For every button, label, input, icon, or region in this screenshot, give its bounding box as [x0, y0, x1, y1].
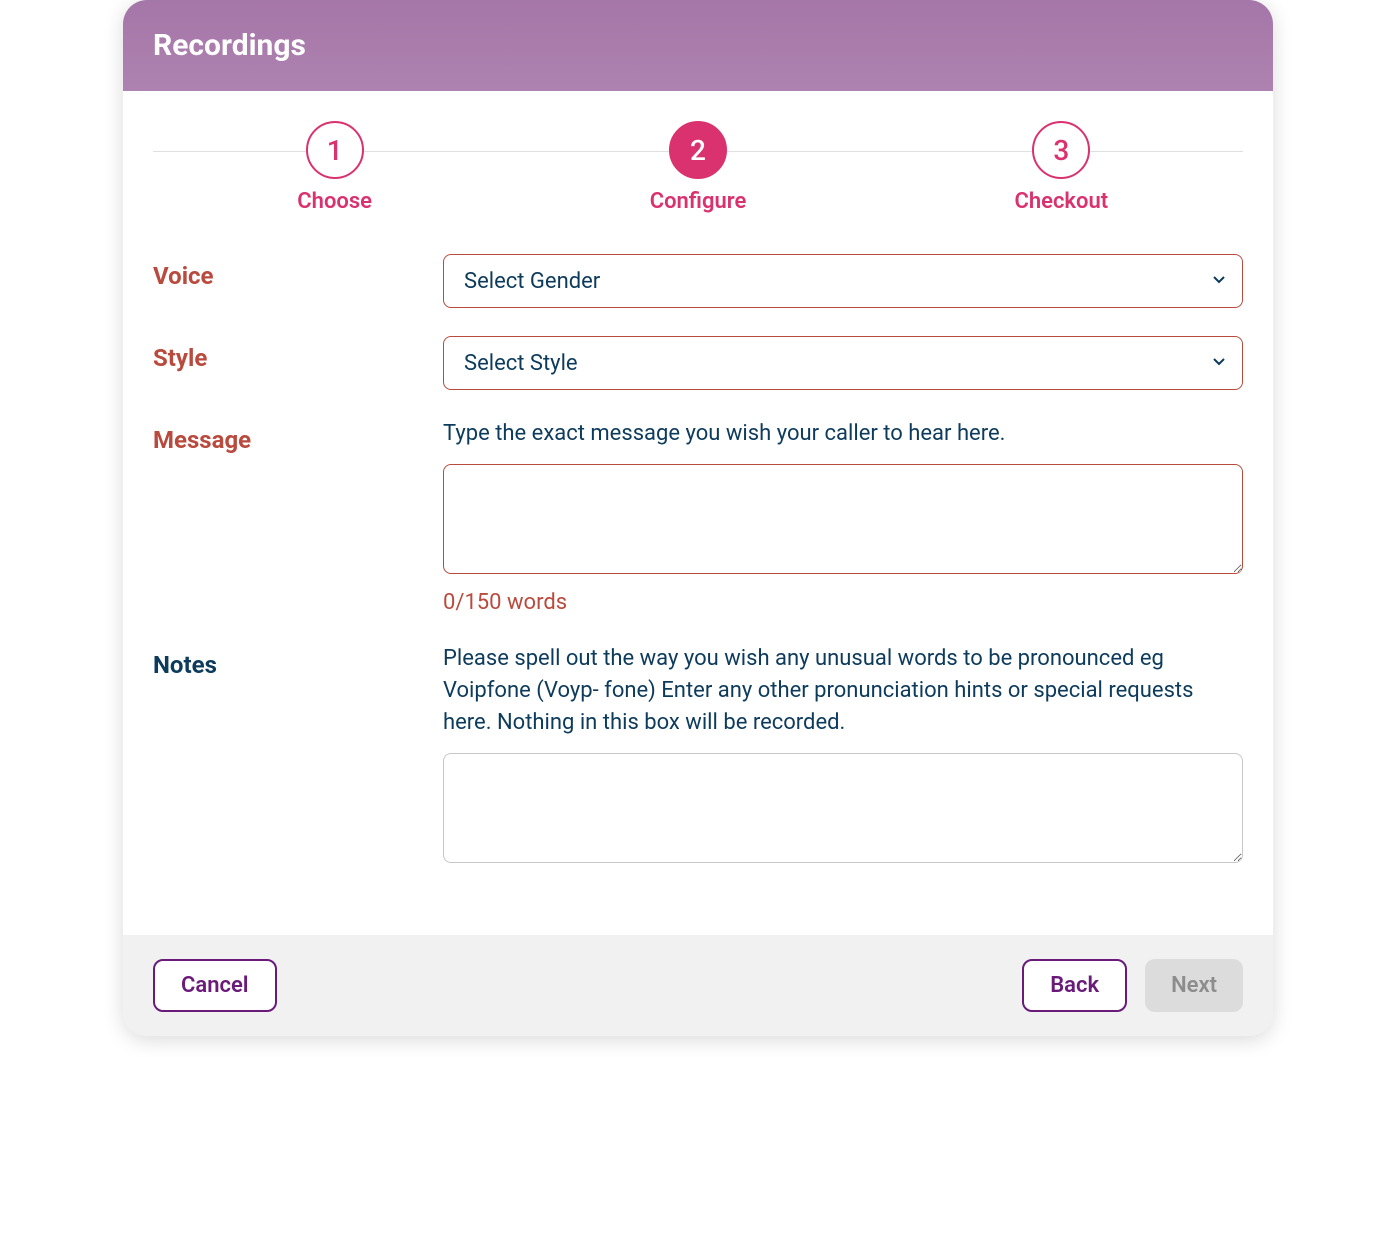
message-word-counter: 0/150 words	[443, 590, 1243, 615]
step-label-configure: Configure	[650, 189, 747, 214]
notes-row: Notes Please spell out the way you wish …	[153, 643, 1243, 867]
message-label: Message	[153, 418, 443, 454]
stepper: 1 Choose 2 Configure 3 Checkout	[123, 91, 1273, 224]
back-button[interactable]: Back	[1022, 959, 1127, 1012]
voice-row: Voice Select Gender	[153, 254, 1243, 308]
next-button[interactable]: Next	[1145, 959, 1243, 1012]
style-select[interactable]: Select Style	[443, 336, 1243, 390]
form-area: Voice Select Gender Style	[123, 224, 1273, 935]
step-configure[interactable]: 2 Configure	[516, 121, 879, 214]
cancel-button[interactable]: Cancel	[153, 959, 277, 1012]
message-textarea[interactable]	[443, 464, 1243, 574]
style-row: Style Select Style	[153, 336, 1243, 390]
message-row: Message Type the exact message you wish …	[153, 418, 1243, 615]
style-label: Style	[153, 336, 443, 372]
step-checkout[interactable]: 3 Checkout	[880, 121, 1243, 214]
notes-textarea[interactable]	[443, 753, 1243, 863]
step-circle-1: 1	[306, 121, 364, 179]
recordings-modal: Recordings 1 Choose 2 Configure 3 Checko…	[123, 0, 1273, 1036]
step-circle-2: 2	[669, 121, 727, 179]
message-help-text: Type the exact message you wish your cal…	[443, 418, 1243, 450]
style-select-wrap: Select Style	[443, 336, 1243, 390]
voice-label: Voice	[153, 254, 443, 290]
step-label-checkout: Checkout	[1014, 189, 1108, 214]
voice-select[interactable]: Select Gender	[443, 254, 1243, 308]
step-circle-3: 3	[1032, 121, 1090, 179]
modal-header: Recordings	[123, 0, 1273, 91]
modal-title: Recordings	[153, 28, 1243, 63]
step-label-choose: Choose	[297, 189, 372, 214]
voice-select-wrap: Select Gender	[443, 254, 1243, 308]
footer-right-group: Back Next	[1022, 959, 1243, 1012]
modal-footer: Cancel Back Next	[123, 935, 1273, 1036]
notes-help-text: Please spell out the way you wish any un…	[443, 643, 1243, 739]
notes-label: Notes	[153, 643, 443, 679]
step-choose[interactable]: 1 Choose	[153, 121, 516, 214]
